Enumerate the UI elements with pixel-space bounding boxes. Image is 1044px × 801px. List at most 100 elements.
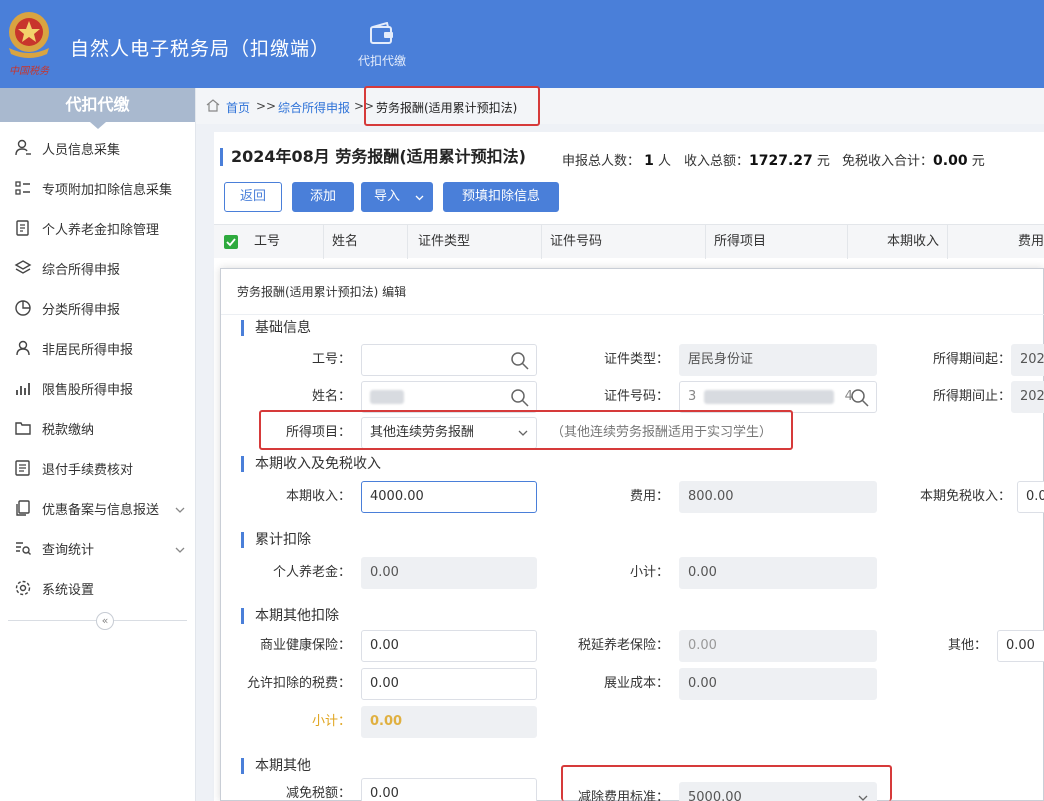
period-start-field: 2024 <box>1011 344 1044 376</box>
tax-relief-label: 减免税额： <box>285 786 351 801</box>
pension-label: 个人养老金： <box>272 565 351 580</box>
breadcrumb-level1[interactable]: 综合所得申报 <box>278 99 350 116</box>
subtotal2-field: 0.00 <box>361 706 537 738</box>
emp-no-input[interactable] <box>361 344 537 376</box>
import-button[interactable]: 导入 <box>361 182 433 212</box>
current-income-input[interactable]: 4000.00 <box>361 481 537 513</box>
breadcrumb: 首页 >> 综合所得申报 >> 劳务报酬(适用累计预扣法) <box>196 88 1044 124</box>
column-header-empno: 工号 <box>246 225 324 259</box>
name-label: 姓名： <box>311 389 351 404</box>
tax-emblem-logo: 中国税务 <box>9 12 50 77</box>
page-title: 2024年08月 劳务报酬(适用累计预扣法) <box>220 148 526 166</box>
sidebar-item-label: 优惠备案与信息报送 <box>42 502 160 518</box>
import-button-label: 导入 <box>374 189 401 204</box>
copy-icon <box>14 499 32 517</box>
summary-count: 申报总人数： 1 人 <box>562 153 672 169</box>
sidebar: 代扣代缴 人员信息采集专项附加扣除信息采集 个人养老金扣除管理综合所得申报 分类所得… <box>0 88 196 801</box>
nav-withholding-label: 代扣代缴 <box>357 54 406 68</box>
sidebar-item[interactable]: 综合所得申报 <box>0 248 195 288</box>
sidebar-item[interactable]: 优惠备案与信息报送 <box>0 488 195 528</box>
sidebar-heading: 代扣代缴 <box>0 88 195 129</box>
allowed-tax-input[interactable]: 0.00 <box>361 668 537 700</box>
period-end-label: 所得期间止： <box>932 389 1011 404</box>
health-insurance-label: 商业健康保险： <box>259 638 351 653</box>
business-cost-label: 展业成本： <box>603 676 669 691</box>
home-icon <box>206 99 220 112</box>
pie-chart-icon <box>14 299 32 317</box>
sidebar-item-label: 退付手续费核对 <box>42 462 134 478</box>
app-title: 自然人电子税务局（扣缴端） <box>70 38 331 60</box>
period-end-field: 2024 <box>1011 381 1044 413</box>
column-header-id-type: 证件类型 <box>408 225 542 259</box>
search-list-icon <box>14 539 32 557</box>
nav-withholding[interactable]: 代扣代缴 <box>348 22 416 69</box>
id-no-label: 证件号码： <box>603 389 669 404</box>
summary-exempt: 免税收入合计：0.00 元 <box>842 153 985 169</box>
back-button[interactable]: 返回 <box>224 182 282 212</box>
fee-field: 800.00 <box>679 481 877 513</box>
sidebar-item[interactable]: 系统设置 <box>0 568 195 608</box>
collapse-sidebar-button[interactable]: « <box>96 612 114 630</box>
other-input[interactable]: 0.00 <box>997 630 1044 662</box>
health-insurance-input[interactable]: 0.00 <box>361 630 537 662</box>
section-current-income: 本期收入及免税收入 <box>241 455 381 473</box>
add-button[interactable]: 添加 <box>292 182 354 212</box>
list-icon <box>14 179 32 197</box>
sidebar-item[interactable]: 个人养老金扣除管理 <box>0 208 195 248</box>
dialog-title: 劳务报酬(适用累计预扣法) 编辑 <box>221 269 1044 315</box>
sidebar-item[interactable]: 分类所得申报 <box>0 288 195 328</box>
subtotal2-label: 小计： <box>311 714 351 729</box>
sidebar-item-label: 限售股所得申报 <box>42 382 134 398</box>
column-header-current-income: 本期收入 <box>848 225 948 259</box>
sidebar-item-label: 人员信息采集 <box>42 142 121 158</box>
chevron-down-icon <box>415 195 424 201</box>
search-icon[interactable] <box>510 388 530 408</box>
redacted-name <box>370 389 404 404</box>
name-input[interactable] <box>361 381 537 413</box>
business-cost-field: 0.00 <box>679 668 877 700</box>
chevron-down-icon <box>175 542 185 557</box>
id-type-field: 居民身份证 <box>679 344 877 376</box>
sidebar-item[interactable]: 专项附加扣除信息采集 <box>0 168 195 208</box>
id-no-start: 3 <box>688 389 697 404</box>
column-header-id-number: 证件号码 <box>542 225 706 259</box>
document-icon <box>14 219 32 237</box>
person-outline-icon <box>14 339 32 357</box>
search-icon[interactable] <box>510 351 530 371</box>
section-accumulated-deduction: 累计扣除 <box>241 531 311 549</box>
column-header-fee: 费用 <box>1017 234 1044 249</box>
prefill-deduction-button[interactable]: 预填扣除信息 <box>443 182 559 212</box>
section-other: 本期其他 <box>241 757 311 775</box>
sidebar-item-label: 税款缴纳 <box>42 422 95 438</box>
id-no-input[interactable]: 3 4 <box>679 381 877 413</box>
column-header-income-item: 所得项目 <box>706 225 848 259</box>
tax-exempt-income-input[interactable]: 0.00 <box>1017 481 1044 513</box>
sidebar-item[interactable]: 非居民所得申报 <box>0 328 195 368</box>
sidebar-item[interactable]: 限售股所得申报 <box>0 368 195 408</box>
sidebar-item-label: 专项附加扣除信息采集 <box>42 182 173 198</box>
id-type-label: 证件类型： <box>603 352 669 367</box>
sidebar-item[interactable]: 查询统计 <box>0 528 195 568</box>
tax-relief-input[interactable]: 0.00 <box>361 778 537 801</box>
highlight-breadcrumb-box <box>364 86 540 126</box>
breadcrumb-home[interactable]: 首页 <box>226 99 250 116</box>
current-income-label: 本期收入： <box>285 489 351 504</box>
sidebar-item-label: 个人养老金扣除管理 <box>42 222 160 238</box>
search-icon[interactable] <box>850 388 870 408</box>
fee-label: 费用： <box>629 489 669 504</box>
edit-dialog: 劳务报酬(适用累计预扣法) 编辑 基础信息 工号： 证件类型： 居民身份证 所得… <box>220 268 1044 801</box>
tax-exempt-income-label: 本期免税收入： <box>919 489 1011 504</box>
select-all-checkbox[interactable] <box>224 235 238 249</box>
bar-chart-icon <box>14 379 32 397</box>
deferred-pension-label: 税延养老保险： <box>577 638 669 653</box>
person-icon <box>14 139 32 157</box>
sidebar-item[interactable]: 税款缴纳 <box>0 408 195 448</box>
sidebar-item[interactable]: 退付手续费核对 <box>0 448 195 488</box>
emp-no-label: 工号： <box>311 352 351 367</box>
period-start-label: 所得期间起： <box>932 352 1011 367</box>
section-other-deduction: 本期其他扣除 <box>241 607 339 625</box>
sidebar-item[interactable]: 人员信息采集 <box>0 128 195 168</box>
sidebar-divider: « <box>8 612 187 630</box>
allowed-tax-label: 允许扣除的税费： <box>246 676 351 691</box>
table-header: 工号 姓名 证件类型 证件号码 所得项目 本期收入 费用 <box>214 224 1044 259</box>
